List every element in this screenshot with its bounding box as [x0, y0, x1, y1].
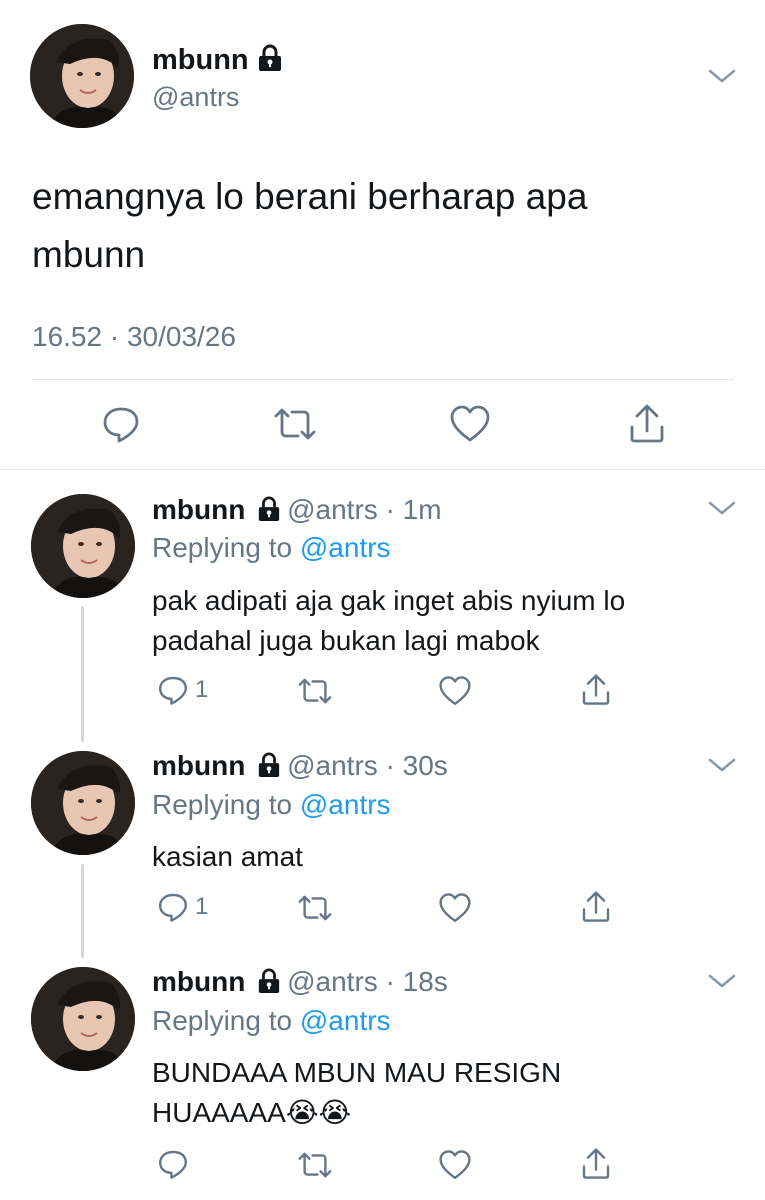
- lock-icon: [258, 44, 281, 71]
- replying-to-link[interactable]: @antrs: [300, 532, 391, 563]
- avatar[interactable]: [31, 751, 135, 855]
- avatar[interactable]: [30, 24, 134, 128]
- replying-to: Replying to @antrs: [152, 1005, 391, 1037]
- chevron-down-icon[interactable]: [707, 755, 737, 775]
- author-name[interactable]: mbunn: [152, 494, 245, 525]
- reply-action[interactable]: 1: [157, 891, 208, 923]
- reply-time: · 1m: [385, 494, 442, 525]
- reply-count: 1: [195, 676, 209, 703]
- author-handle[interactable]: @antrs: [152, 82, 239, 112]
- chevron-down-icon[interactable]: [707, 971, 737, 991]
- retweet-icon[interactable]: [296, 1149, 334, 1181]
- reply-action[interactable]: 1: [157, 674, 208, 706]
- like-icon[interactable]: [438, 675, 472, 707]
- replying-to-label: Replying to: [152, 789, 293, 820]
- share-icon[interactable]: [580, 1147, 612, 1181]
- like-icon[interactable]: [438, 1149, 472, 1181]
- author-handle[interactable]: @antrs: [287, 966, 378, 997]
- reply-text-line: pak adipati aja gak inget abis nyium lo: [152, 585, 626, 616]
- reply-header: mbunn @antrs · 30s: [152, 750, 448, 782]
- author-name[interactable]: mbunn: [152, 750, 245, 781]
- share-icon[interactable]: [627, 403, 667, 445]
- reply-text-line: BUNDAAA MBUN MAU RESIGN: [152, 1057, 562, 1088]
- lock-icon: [258, 752, 280, 777]
- author-name[interactable]: mbunn: [152, 966, 245, 997]
- author-name-text[interactable]: mbunn: [152, 44, 249, 76]
- author-handle[interactable]: @antrs: [287, 494, 378, 525]
- replying-to-label: Replying to: [152, 532, 293, 563]
- divider: [32, 379, 734, 380]
- like-icon[interactable]: [449, 404, 491, 444]
- reply-text: kasian amat: [152, 837, 303, 877]
- tweet-text-line: emangnya lo berani berharap apa: [32, 176, 588, 217]
- reply-text: pak adipati aja gak inget abis nyium lo …: [152, 581, 625, 661]
- reply-text: BUNDAAA MBUN MAU RESIGN HUAAAAA😭😭: [152, 1053, 561, 1133]
- share-icon[interactable]: [580, 890, 612, 924]
- thread-connector: [81, 864, 84, 958]
- avatar[interactable]: [31, 494, 135, 598]
- reply-icon[interactable]: [157, 1148, 189, 1180]
- reply-time: · 18s: [385, 966, 448, 997]
- avatar[interactable]: [31, 967, 135, 1071]
- tweet-timestamp[interactable]: 16.52 · 30/03/26: [32, 320, 236, 354]
- author-name[interactable]: mbunn: [152, 44, 283, 76]
- retweet-icon[interactable]: [296, 892, 334, 924]
- reply-header: mbunn @antrs · 1m: [152, 494, 442, 526]
- replying-to: Replying to @antrs: [152, 532, 391, 564]
- reply-count: 1: [195, 893, 209, 920]
- retweet-icon[interactable]: [272, 404, 318, 444]
- chevron-down-icon[interactable]: [707, 66, 737, 86]
- tweet-text: emangnya lo berani berharap apa mbunn: [32, 168, 587, 284]
- share-icon[interactable]: [580, 673, 612, 707]
- tweet-text-line: mbunn: [32, 234, 146, 275]
- reply-time: · 30s: [385, 750, 448, 781]
- reply-icon[interactable]: [157, 891, 189, 923]
- chevron-down-icon[interactable]: [707, 498, 737, 518]
- author-handle[interactable]: @antrs: [287, 750, 378, 781]
- replying-to-link[interactable]: @antrs: [300, 789, 391, 820]
- thread-connector: [81, 606, 84, 742]
- lock-icon: [258, 496, 280, 521]
- reply-text-line: padahal juga bukan lagi mabok: [152, 625, 540, 656]
- replying-to-label: Replying to: [152, 1005, 293, 1036]
- lock-icon: [258, 968, 280, 993]
- reply-text-line: HUAAAAA😭😭: [152, 1097, 352, 1128]
- like-icon[interactable]: [438, 892, 472, 924]
- reply-icon[interactable]: [157, 674, 189, 706]
- divider: [0, 469, 765, 470]
- reply-action[interactable]: [157, 1148, 195, 1180]
- reply-header: mbunn @antrs · 18s: [152, 966, 448, 998]
- replying-to: Replying to @antrs: [152, 789, 391, 821]
- replying-to-link[interactable]: @antrs: [300, 1005, 391, 1036]
- reply-text-line: kasian amat: [152, 841, 303, 872]
- retweet-icon[interactable]: [296, 675, 334, 707]
- reply-icon[interactable]: [101, 404, 141, 444]
